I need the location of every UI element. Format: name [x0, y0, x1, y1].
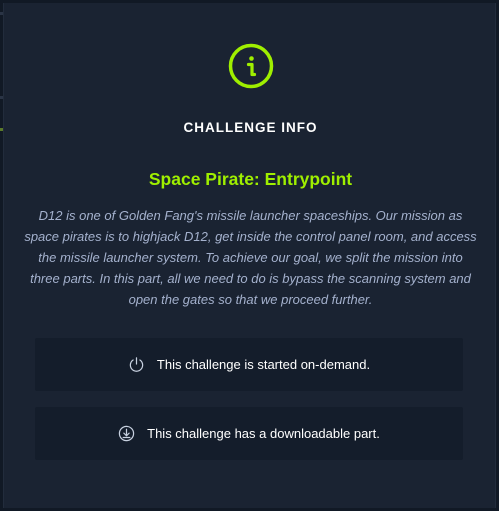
on-demand-notice: This challenge is started on-demand.: [35, 338, 463, 391]
power-icon: [129, 357, 144, 372]
challenge-description: D12 is one of Golden Fang's missile laun…: [24, 208, 477, 307]
downloadable-notice: This challenge has a downloadable part.: [35, 407, 463, 460]
on-demand-notice-text: This challenge is started on-demand.: [156, 357, 371, 372]
challenge-title: Space Pirate: Entrypoint: [148, 169, 353, 189]
info-circle-icon: [228, 43, 274, 89]
challenge-info-modal: CHALLENGE INFO Space Pirate: Entrypoint …: [3, 3, 496, 508]
downloadable-notice-text: This challenge has a downloadable part.: [147, 426, 380, 441]
modal-heading: CHALLENGE INFO: [183, 120, 318, 135]
download-icon: [118, 425, 135, 442]
